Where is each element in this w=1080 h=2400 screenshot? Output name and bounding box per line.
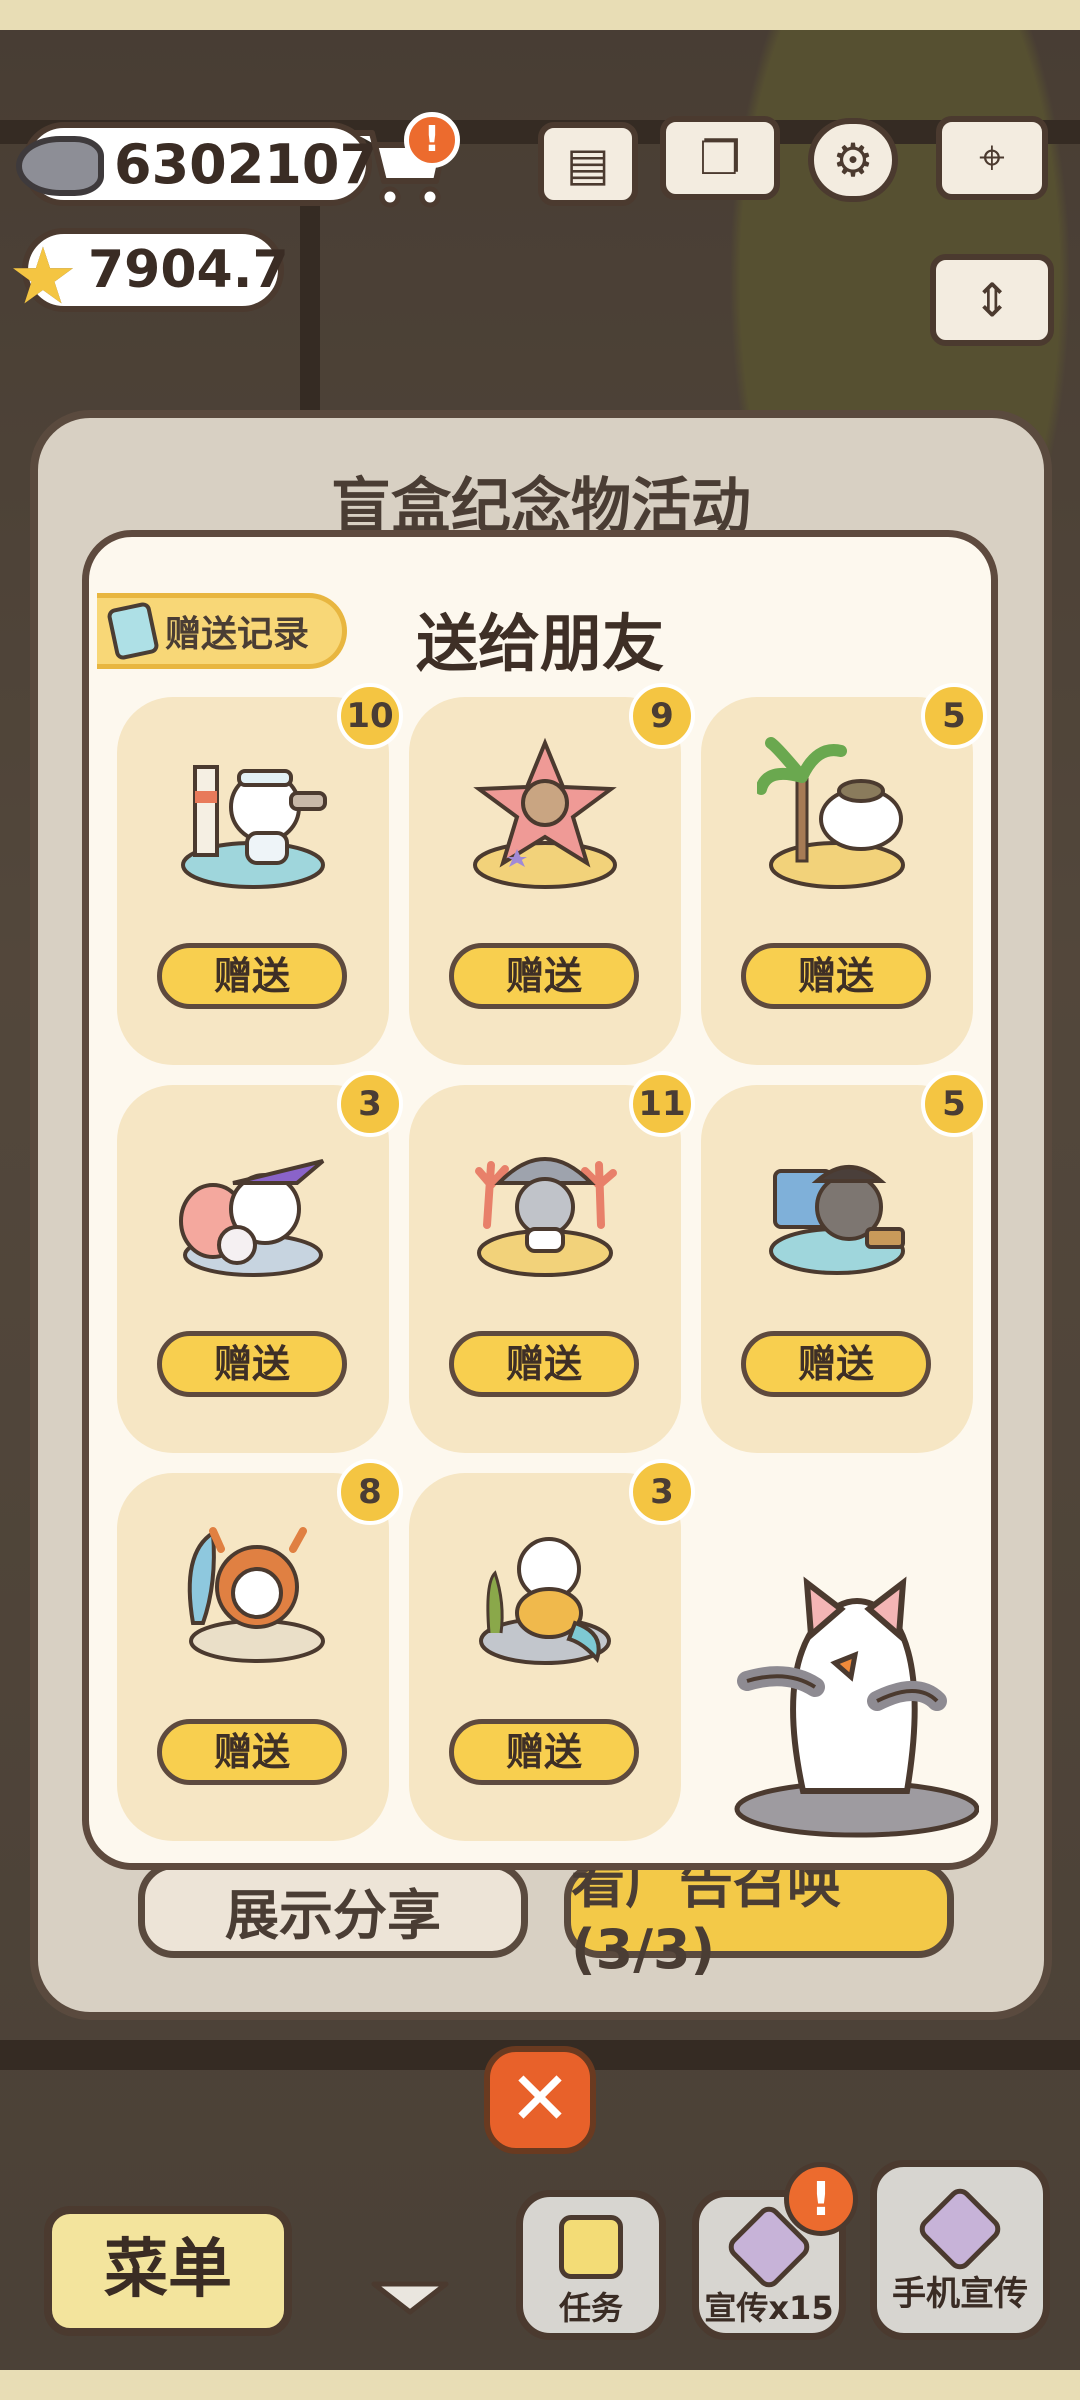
phone-promote-icon	[914, 2183, 1006, 2275]
clipboard-icon	[106, 600, 160, 662]
souvenir-card: 8 赠送	[117, 1459, 403, 1841]
menu-button[interactable]: 菜单	[44, 2206, 292, 2336]
gift-button[interactable]: 赠送	[741, 943, 931, 1009]
phone-promote-button[interactable]: 手机宣传	[870, 2160, 1050, 2340]
count-badge: 8	[337, 1459, 403, 1525]
profile-card-icon[interactable]: ▤	[538, 122, 638, 206]
gift-button[interactable]: 赠送	[157, 943, 347, 1009]
star-count: 7904.7	[88, 240, 289, 300]
gift-button[interactable]: 赠送	[741, 1331, 931, 1397]
share-button[interactable]: 展示分享	[138, 1862, 528, 1958]
count-badge: 11	[629, 1071, 695, 1137]
task-check-icon	[559, 2215, 623, 2279]
fish-icon	[16, 136, 104, 196]
mermaid-cat-icon	[479, 1537, 611, 1665]
tasks-label: 任务	[558, 2289, 623, 2327]
fish-counter: 6302107	[16, 122, 377, 206]
tasks-button[interactable]: 任务	[516, 2190, 666, 2340]
count-badge: 5	[921, 1071, 987, 1137]
map-icon[interactable]: ⌖	[936, 116, 1048, 200]
gift-button[interactable]: 赠送	[449, 1331, 639, 1397]
mascot-cat-with-fish-icon	[734, 1576, 979, 1838]
phone-promote-label: 手机宣传	[892, 2274, 1028, 2314]
gift-button[interactable]: 赠送	[449, 943, 639, 1009]
star-counter: ★ 7904.7	[8, 228, 289, 322]
layout-toggle-icon[interactable]: ⇕	[930, 254, 1054, 346]
count-badge: 10	[337, 683, 403, 749]
wizard-cat-shell-icon	[179, 1159, 325, 1277]
count-badge: 9	[629, 683, 695, 749]
souvenir-card: 9 赠送	[409, 683, 695, 1065]
souvenir-card: 5 赠送	[701, 683, 987, 1065]
gift-button[interactable]: 赠送	[157, 1331, 347, 1397]
crab-costume-cat-icon	[187, 1527, 325, 1663]
chevron-down-icon[interactable]	[368, 2278, 452, 2318]
palm-tree-cat-icon	[757, 737, 905, 889]
souvenir-card: 3 赠送	[409, 1459, 695, 1841]
souvenir-card: 3 赠送	[117, 1071, 403, 1453]
gift-button[interactable]: 赠送	[157, 1719, 347, 1785]
gift-record-label: 赠送记录	[165, 614, 310, 655]
gift-to-friend-panel: 送给朋友 赠送记录 10 赠送 9 赠送 5 赠送 3 赠送 11 赠送 5 赠…	[82, 530, 998, 1870]
star-icon: ★	[8, 232, 78, 322]
sailor-cat-lighthouse-icon	[181, 765, 327, 889]
pirate-cat-icon	[769, 1165, 905, 1275]
watch-ad-summon-button[interactable]: 看广告召唤(3/3)	[564, 1852, 954, 1981]
shark-hat-cat-coral-icon	[475, 1157, 617, 1277]
promote-label: 宣传x15	[704, 2289, 834, 2327]
count-badge: 3	[629, 1459, 695, 1525]
starfish-cat-icon	[473, 737, 617, 889]
count-badge: 3	[337, 1071, 403, 1137]
promote-alert-badge: !	[784, 2162, 858, 2236]
gift-record-button[interactable]: 赠送记录	[97, 593, 347, 669]
gift-button[interactable]: 赠送	[449, 1719, 639, 1785]
souvenir-card: 10 赠送	[117, 683, 403, 1065]
album-book-icon[interactable]: ❐	[660, 116, 780, 200]
settings-gear-icon[interactable]: ⚙	[808, 118, 898, 202]
close-button[interactable]: ✕	[484, 2046, 596, 2154]
souvenir-card: 11 赠送	[409, 1071, 695, 1453]
fish-count: 6302107	[114, 132, 378, 196]
count-badge: 5	[921, 683, 987, 749]
cart-alert-badge: !	[404, 112, 460, 168]
souvenir-card: 5 赠送	[701, 1071, 987, 1453]
